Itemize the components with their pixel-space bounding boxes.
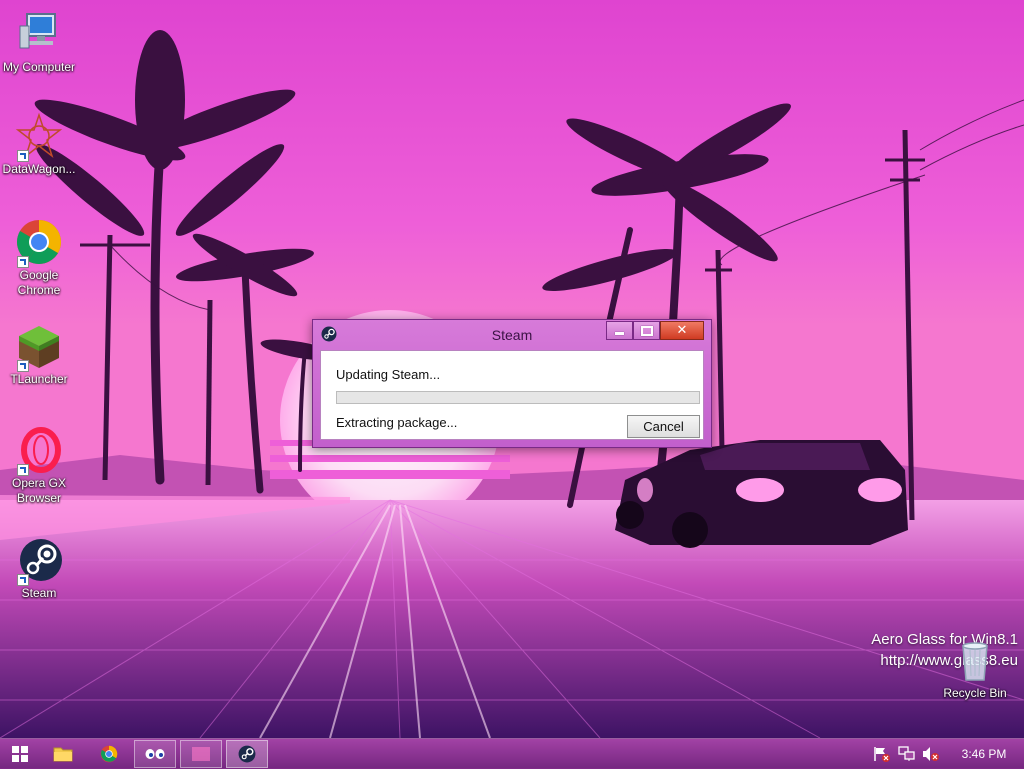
action-center-flag-icon[interactable] bbox=[873, 746, 891, 762]
taskbar-eyes-app[interactable] bbox=[134, 740, 176, 768]
desktop-icon-label: Steam bbox=[21, 586, 57, 600]
chrome-icon bbox=[15, 218, 63, 268]
desktop-icon-opera-gx[interactable]: Opera GX Browser bbox=[1, 426, 77, 506]
steam-icon bbox=[238, 745, 256, 763]
shortcut-arrow-icon bbox=[17, 464, 29, 476]
maximize-icon bbox=[640, 325, 653, 336]
taskbar-chrome[interactable] bbox=[90, 740, 128, 768]
desktop-icon-label: Opera GX Browser bbox=[11, 476, 67, 505]
desktop-icon-label: DataWagon... bbox=[2, 162, 76, 176]
taskbar-blank-app[interactable] bbox=[180, 740, 222, 768]
blank-app-icon bbox=[192, 747, 210, 761]
shortcut-arrow-icon bbox=[17, 360, 29, 372]
desktop-icon-google-chrome[interactable]: Google Chrome bbox=[1, 218, 77, 298]
network-icon[interactable] bbox=[898, 746, 916, 762]
eyes-app-icon bbox=[145, 749, 165, 759]
steam-update-dialog: Steam ✕ Updating Steam... Extracting pac… bbox=[312, 319, 712, 448]
close-icon: ✕ bbox=[676, 323, 688, 338]
datawagon-icon bbox=[15, 112, 63, 162]
dialog-titlebar[interactable]: Steam ✕ bbox=[313, 320, 711, 349]
chrome-icon bbox=[100, 745, 118, 763]
desktop-icon-label: My Computer bbox=[2, 60, 76, 74]
opera-gx-icon bbox=[15, 426, 63, 476]
update-status-text: Updating Steam... bbox=[336, 367, 441, 382]
update-progress-bar bbox=[336, 391, 700, 404]
cancel-button[interactable]: Cancel bbox=[627, 415, 700, 438]
desktop-icon-tlauncher[interactable]: TLauncher bbox=[1, 322, 77, 387]
desktop-icon-steam[interactable]: Steam bbox=[1, 536, 77, 601]
shortcut-arrow-icon bbox=[17, 574, 29, 586]
desktop-icon-label: Google Chrome bbox=[17, 268, 61, 297]
maximize-button[interactable] bbox=[633, 321, 660, 340]
close-button[interactable]: ✕ bbox=[660, 321, 704, 340]
start-button[interactable] bbox=[4, 740, 36, 768]
minimize-icon bbox=[615, 332, 624, 335]
desktop-icon-recycle-bin[interactable]: Recycle Bin bbox=[937, 638, 1013, 701]
shortcut-arrow-icon bbox=[17, 150, 29, 162]
start-icon bbox=[12, 746, 28, 762]
taskbar-clock[interactable]: 3:46 PM bbox=[944, 739, 1024, 769]
computer-icon bbox=[15, 10, 63, 58]
file-explorer-icon bbox=[53, 747, 73, 762]
volume-muted-icon[interactable] bbox=[922, 746, 940, 762]
desktop-icon-label: Recycle Bin bbox=[943, 686, 1007, 700]
taskbar-file-explorer[interactable] bbox=[44, 740, 82, 768]
recycle-bin-icon bbox=[951, 638, 999, 684]
taskbar-steam[interactable] bbox=[226, 740, 268, 768]
taskbar: 3:46 PM bbox=[0, 738, 1024, 769]
steam-icon bbox=[15, 536, 63, 586]
dialog-content: Updating Steam... Extracting package... … bbox=[320, 350, 704, 440]
desktop-icon-label: TLauncher bbox=[10, 372, 68, 386]
extract-status-text: Extracting package... bbox=[336, 415, 458, 430]
minimize-button[interactable] bbox=[606, 321, 633, 340]
shortcut-arrow-icon bbox=[17, 256, 29, 268]
desktop-icon-datawagon[interactable]: DataWagon... bbox=[1, 112, 77, 177]
desktop-icon-my-computer[interactable]: My Computer bbox=[1, 10, 77, 75]
tlauncher-grass-block-icon bbox=[15, 322, 63, 372]
